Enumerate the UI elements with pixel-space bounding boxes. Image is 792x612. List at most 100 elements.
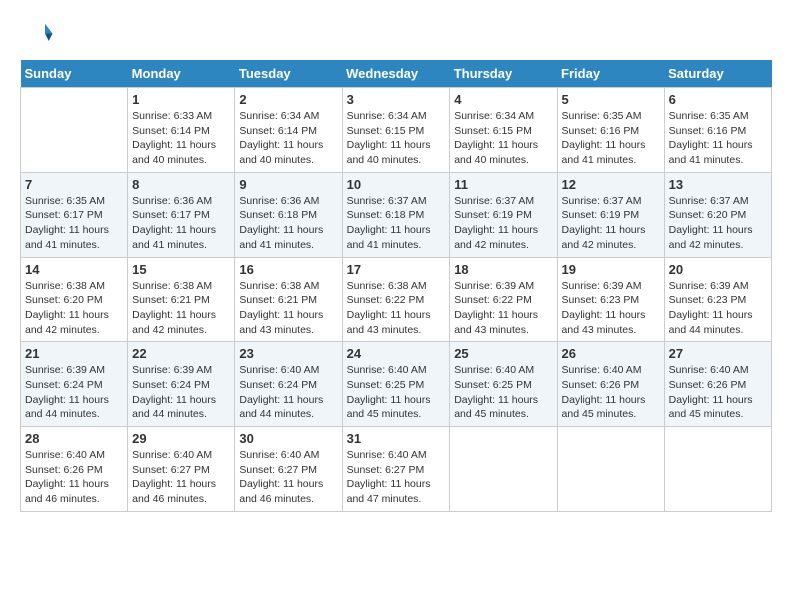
day-info: Sunrise: 6:38 AM Sunset: 6:21 PM Dayligh…: [239, 279, 337, 338]
day-number: 15: [132, 262, 230, 277]
day-info: Sunrise: 6:38 AM Sunset: 6:20 PM Dayligh…: [25, 279, 123, 338]
day-info: Sunrise: 6:40 AM Sunset: 6:27 PM Dayligh…: [132, 448, 230, 507]
day-number: 23: [239, 346, 337, 361]
day-number: 3: [347, 92, 446, 107]
col-header-wednesday: Wednesday: [342, 60, 450, 88]
col-header-tuesday: Tuesday: [235, 60, 342, 88]
day-info: Sunrise: 6:40 AM Sunset: 6:26 PM Dayligh…: [562, 363, 660, 422]
calendar-cell: 2 Sunrise: 6:34 AM Sunset: 6:14 PM Daylig…: [235, 88, 342, 173]
day-number: 9: [239, 177, 337, 192]
day-number: 12: [562, 177, 660, 192]
day-number: 8: [132, 177, 230, 192]
calendar-cell: 11 Sunrise: 6:37 AM Sunset: 6:19 PM Dayli…: [450, 172, 557, 257]
calendar-cell: 23 Sunrise: 6:40 AM Sunset: 6:24 PM Dayli…: [235, 342, 342, 427]
day-info: Sunrise: 6:36 AM Sunset: 6:17 PM Dayligh…: [132, 194, 230, 253]
day-number: 10: [347, 177, 446, 192]
day-info: Sunrise: 6:34 AM Sunset: 6:15 PM Dayligh…: [347, 109, 446, 168]
calendar-cell: 9 Sunrise: 6:36 AM Sunset: 6:18 PM Daylig…: [235, 172, 342, 257]
day-info: Sunrise: 6:40 AM Sunset: 6:27 PM Dayligh…: [347, 448, 446, 507]
day-info: Sunrise: 6:39 AM Sunset: 6:22 PM Dayligh…: [454, 279, 552, 338]
day-info: Sunrise: 6:39 AM Sunset: 6:24 PM Dayligh…: [132, 363, 230, 422]
calendar-cell: 12 Sunrise: 6:37 AM Sunset: 6:19 PM Dayli…: [557, 172, 664, 257]
day-number: 25: [454, 346, 552, 361]
day-number: 31: [347, 431, 446, 446]
week-row-4: 28 Sunrise: 6:40 AM Sunset: 6:26 PM Dayli…: [21, 427, 772, 512]
calendar-cell: 25 Sunrise: 6:40 AM Sunset: 6:25 PM Dayli…: [450, 342, 557, 427]
week-row-1: 7 Sunrise: 6:35 AM Sunset: 6:17 PM Daylig…: [21, 172, 772, 257]
day-number: 13: [669, 177, 767, 192]
calendar-cell: 14 Sunrise: 6:38 AM Sunset: 6:20 PM Dayli…: [21, 257, 128, 342]
day-number: 6: [669, 92, 767, 107]
day-info: Sunrise: 6:35 AM Sunset: 6:16 PM Dayligh…: [669, 109, 767, 168]
calendar-header-row: SundayMondayTuesdayWednesdayThursdayFrid…: [21, 60, 772, 88]
day-number: 27: [669, 346, 767, 361]
calendar-cell: 29 Sunrise: 6:40 AM Sunset: 6:27 PM Dayli…: [128, 427, 235, 512]
calendar-cell: 15 Sunrise: 6:38 AM Sunset: 6:21 PM Dayli…: [128, 257, 235, 342]
day-number: 1: [132, 92, 230, 107]
calendar-cell: 24 Sunrise: 6:40 AM Sunset: 6:25 PM Dayli…: [342, 342, 450, 427]
calendar-cell: 20 Sunrise: 6:39 AM Sunset: 6:23 PM Dayli…: [664, 257, 771, 342]
day-number: 21: [25, 346, 123, 361]
day-info: Sunrise: 6:34 AM Sunset: 6:14 PM Dayligh…: [239, 109, 337, 168]
calendar-cell: 1Sunrise: 6:33 AM Sunset: 6:14 PM Daylig…: [128, 88, 235, 173]
day-number: 17: [347, 262, 446, 277]
day-info: Sunrise: 6:37 AM Sunset: 6:18 PM Dayligh…: [347, 194, 446, 253]
calendar-cell: [557, 427, 664, 512]
day-info: Sunrise: 6:37 AM Sunset: 6:19 PM Dayligh…: [454, 194, 552, 253]
calendar-cell: 5Sunrise: 6:35 AM Sunset: 6:16 PM Daylig…: [557, 88, 664, 173]
calendar-cell: 18 Sunrise: 6:39 AM Sunset: 6:22 PM Dayli…: [450, 257, 557, 342]
calendar-cell: 17 Sunrise: 6:38 AM Sunset: 6:22 PM Dayli…: [342, 257, 450, 342]
calendar-cell: 19Sunrise: 6:39 AM Sunset: 6:23 PM Dayli…: [557, 257, 664, 342]
col-header-friday: Friday: [557, 60, 664, 88]
calendar-cell: 10 Sunrise: 6:37 AM Sunset: 6:18 PM Dayli…: [342, 172, 450, 257]
day-number: 24: [347, 346, 446, 361]
day-info: Sunrise: 6:38 AM Sunset: 6:22 PM Dayligh…: [347, 279, 446, 338]
calendar-cell: 31 Sunrise: 6:40 AM Sunset: 6:27 PM Dayli…: [342, 427, 450, 512]
day-number: 26: [562, 346, 660, 361]
day-info: Sunrise: 6:40 AM Sunset: 6:26 PM Dayligh…: [25, 448, 123, 507]
calendar-cell: 4 Sunrise: 6:34 AM Sunset: 6:15 PM Daylig…: [450, 88, 557, 173]
calendar-cell: 16 Sunrise: 6:38 AM Sunset: 6:21 PM Dayli…: [235, 257, 342, 342]
calendar-cell: 7 Sunrise: 6:35 AM Sunset: 6:17 PM Daylig…: [21, 172, 128, 257]
calendar-cell: [664, 427, 771, 512]
calendar-cell: 3 Sunrise: 6:34 AM Sunset: 6:15 PM Daylig…: [342, 88, 450, 173]
week-row-0: 1Sunrise: 6:33 AM Sunset: 6:14 PM Daylig…: [21, 88, 772, 173]
day-info: Sunrise: 6:40 AM Sunset: 6:25 PM Dayligh…: [347, 363, 446, 422]
day-number: 14: [25, 262, 123, 277]
day-info: Sunrise: 6:40 AM Sunset: 6:27 PM Dayligh…: [239, 448, 337, 507]
day-info: Sunrise: 6:39 AM Sunset: 6:23 PM Dayligh…: [669, 279, 767, 338]
day-number: 7: [25, 177, 123, 192]
day-number: 2: [239, 92, 337, 107]
day-number: 29: [132, 431, 230, 446]
calendar-cell: 30 Sunrise: 6:40 AM Sunset: 6:27 PM Dayli…: [235, 427, 342, 512]
page-header: [20, 20, 772, 50]
day-number: 20: [669, 262, 767, 277]
day-info: Sunrise: 6:40 AM Sunset: 6:24 PM Dayligh…: [239, 363, 337, 422]
logo-icon: [24, 20, 54, 50]
calendar-table: SundayMondayTuesdayWednesdayThursdayFrid…: [20, 60, 772, 512]
calendar-cell: 13 Sunrise: 6:37 AM Sunset: 6:20 PM Dayli…: [664, 172, 771, 257]
logo: [20, 20, 54, 50]
col-header-sunday: Sunday: [21, 60, 128, 88]
calendar-cell: 27 Sunrise: 6:40 AM Sunset: 6:26 PM Dayli…: [664, 342, 771, 427]
day-number: 4: [454, 92, 552, 107]
day-info: Sunrise: 6:38 AM Sunset: 6:21 PM Dayligh…: [132, 279, 230, 338]
col-header-monday: Monday: [128, 60, 235, 88]
day-number: 22: [132, 346, 230, 361]
day-info: Sunrise: 6:36 AM Sunset: 6:18 PM Dayligh…: [239, 194, 337, 253]
calendar-cell: 21Sunrise: 6:39 AM Sunset: 6:24 PM Dayli…: [21, 342, 128, 427]
day-info: Sunrise: 6:37 AM Sunset: 6:20 PM Dayligh…: [669, 194, 767, 253]
day-number: 30: [239, 431, 337, 446]
day-number: 11: [454, 177, 552, 192]
day-info: Sunrise: 6:37 AM Sunset: 6:19 PM Dayligh…: [562, 194, 660, 253]
day-info: Sunrise: 6:40 AM Sunset: 6:26 PM Dayligh…: [669, 363, 767, 422]
day-info: Sunrise: 6:35 AM Sunset: 6:16 PM Dayligh…: [562, 109, 660, 168]
day-info: Sunrise: 6:40 AM Sunset: 6:25 PM Dayligh…: [454, 363, 552, 422]
calendar-cell: [21, 88, 128, 173]
day-number: 28: [25, 431, 123, 446]
day-info: Sunrise: 6:35 AM Sunset: 6:17 PM Dayligh…: [25, 194, 123, 253]
day-number: 16: [239, 262, 337, 277]
day-info: Sunrise: 6:34 AM Sunset: 6:15 PM Dayligh…: [454, 109, 552, 168]
week-row-2: 14 Sunrise: 6:38 AM Sunset: 6:20 PM Dayli…: [21, 257, 772, 342]
day-number: 18: [454, 262, 552, 277]
